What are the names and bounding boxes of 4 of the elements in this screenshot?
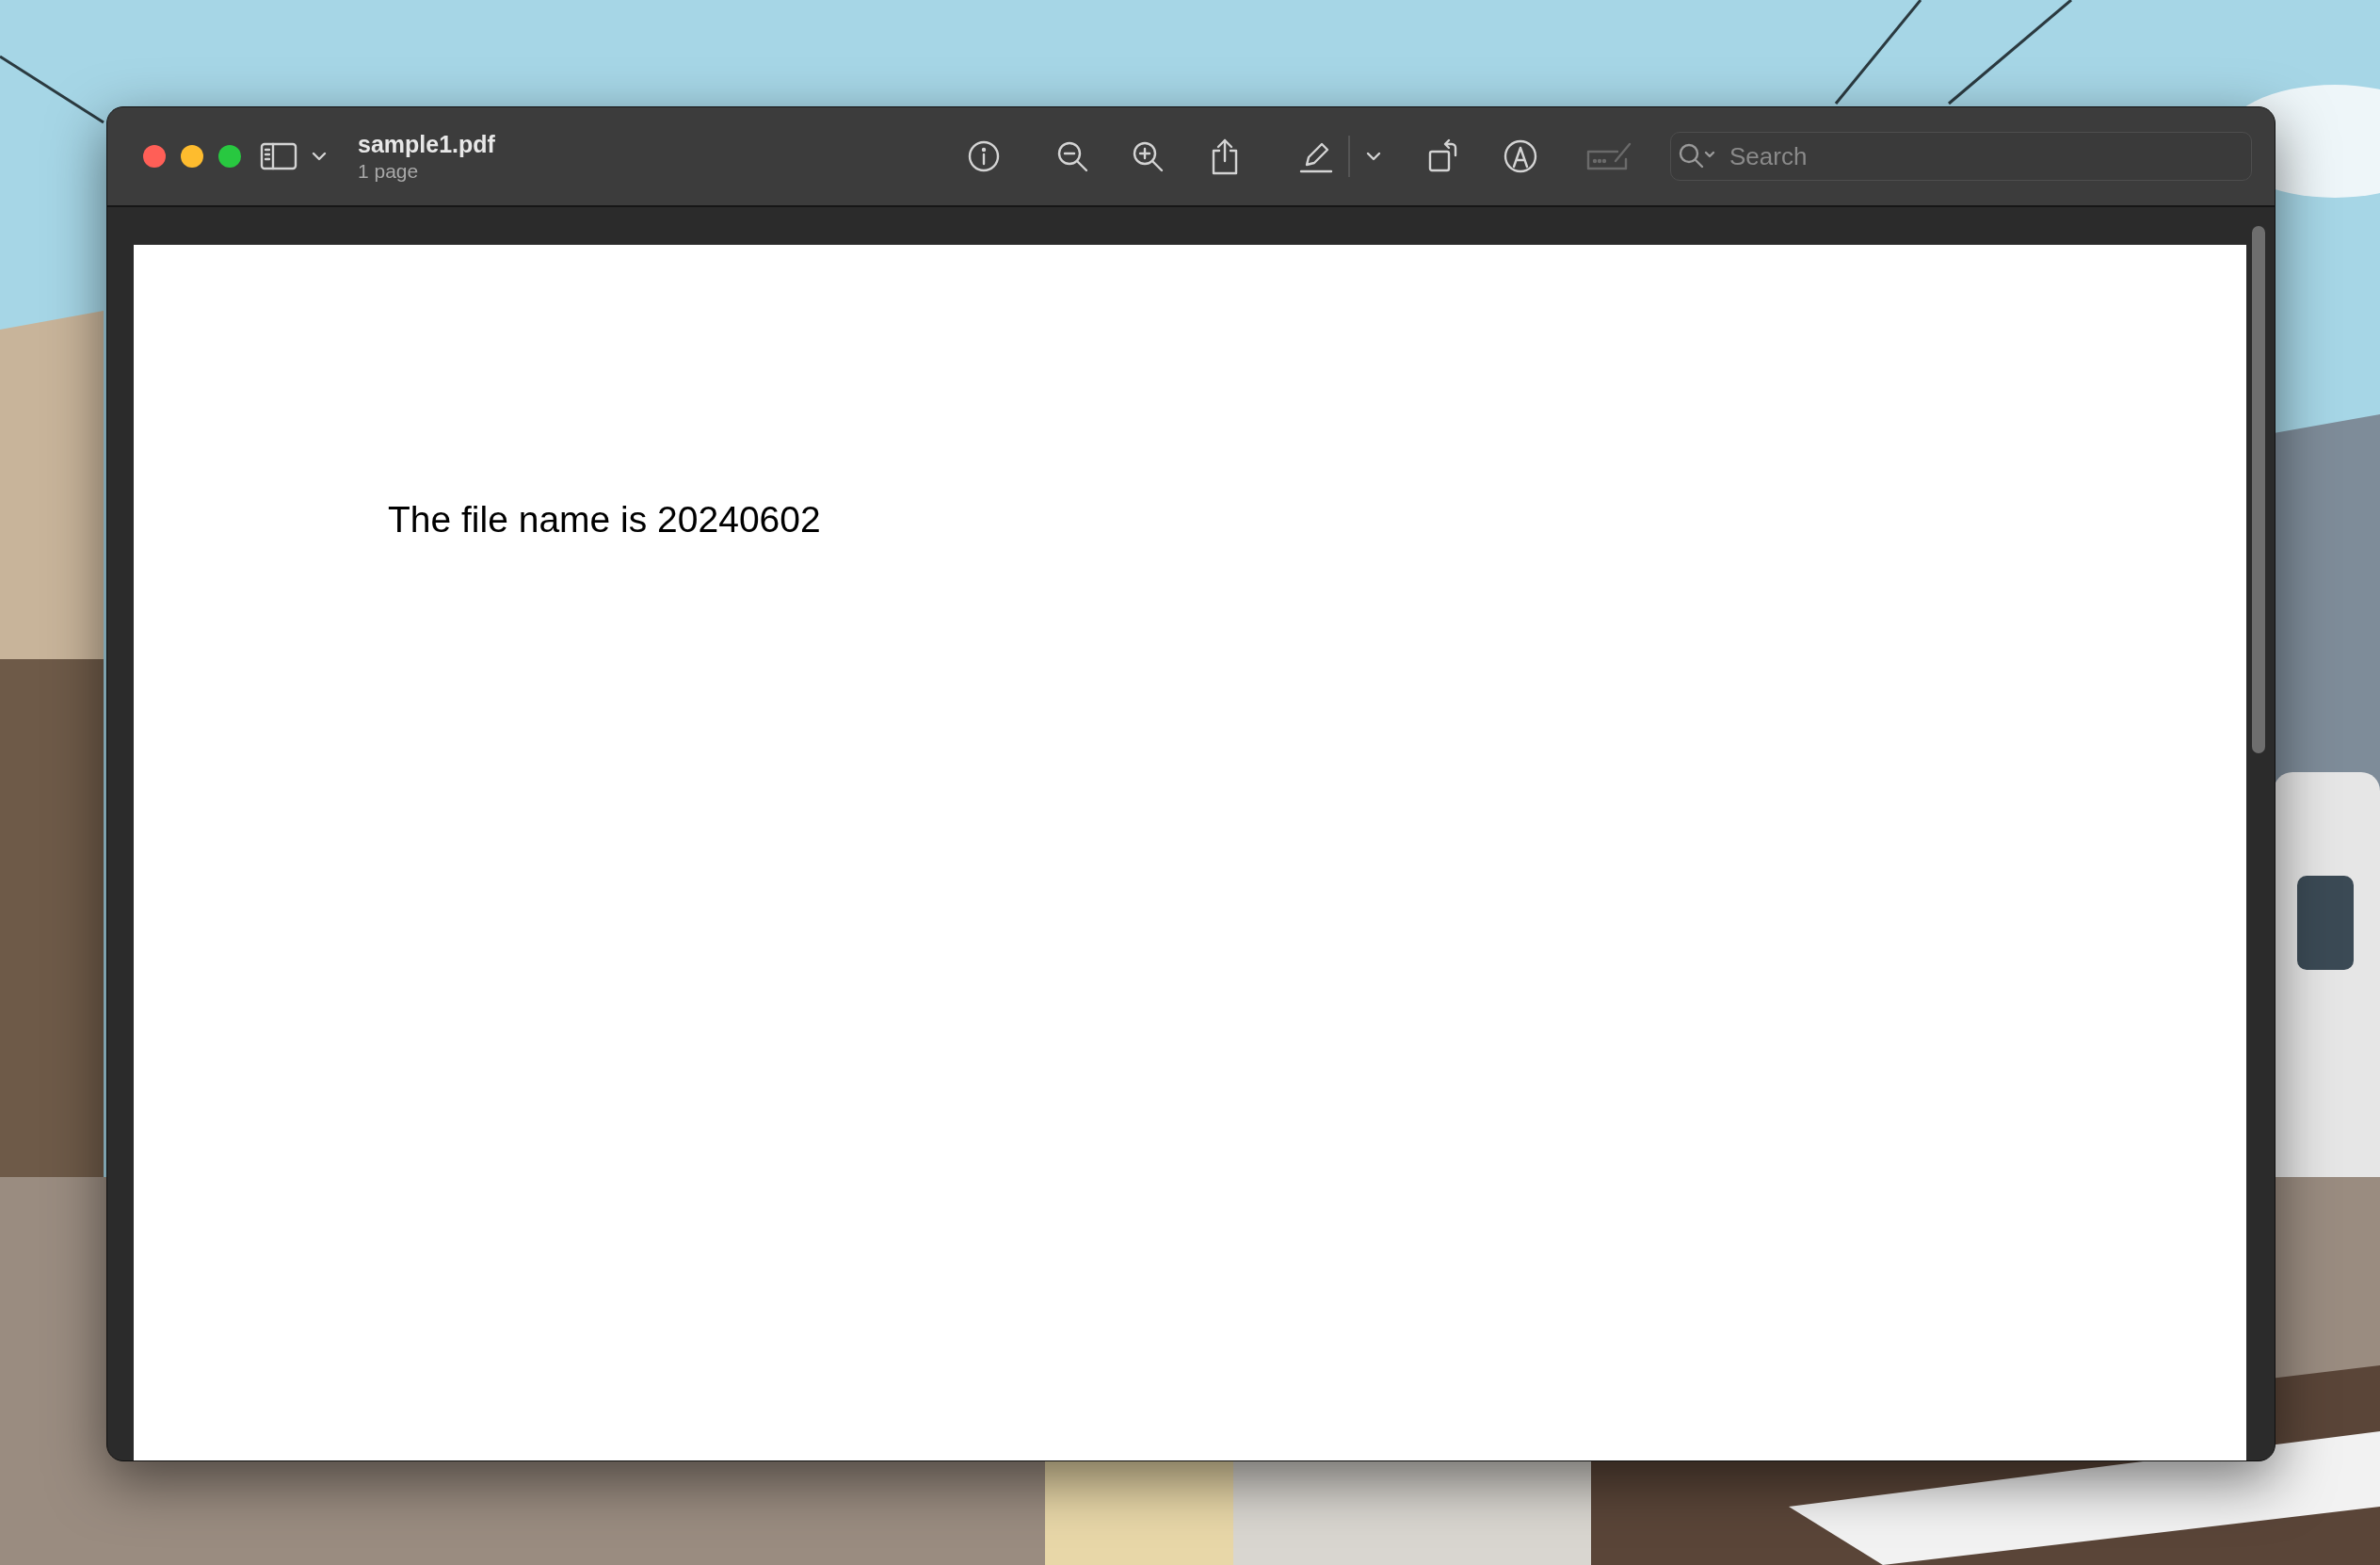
page-count: 1 page	[358, 159, 420, 183]
search-field[interactable]: Search	[1670, 132, 2252, 181]
document-text: The file name is 20240602	[388, 499, 821, 540]
window-title: sample1.pdf	[358, 130, 495, 158]
